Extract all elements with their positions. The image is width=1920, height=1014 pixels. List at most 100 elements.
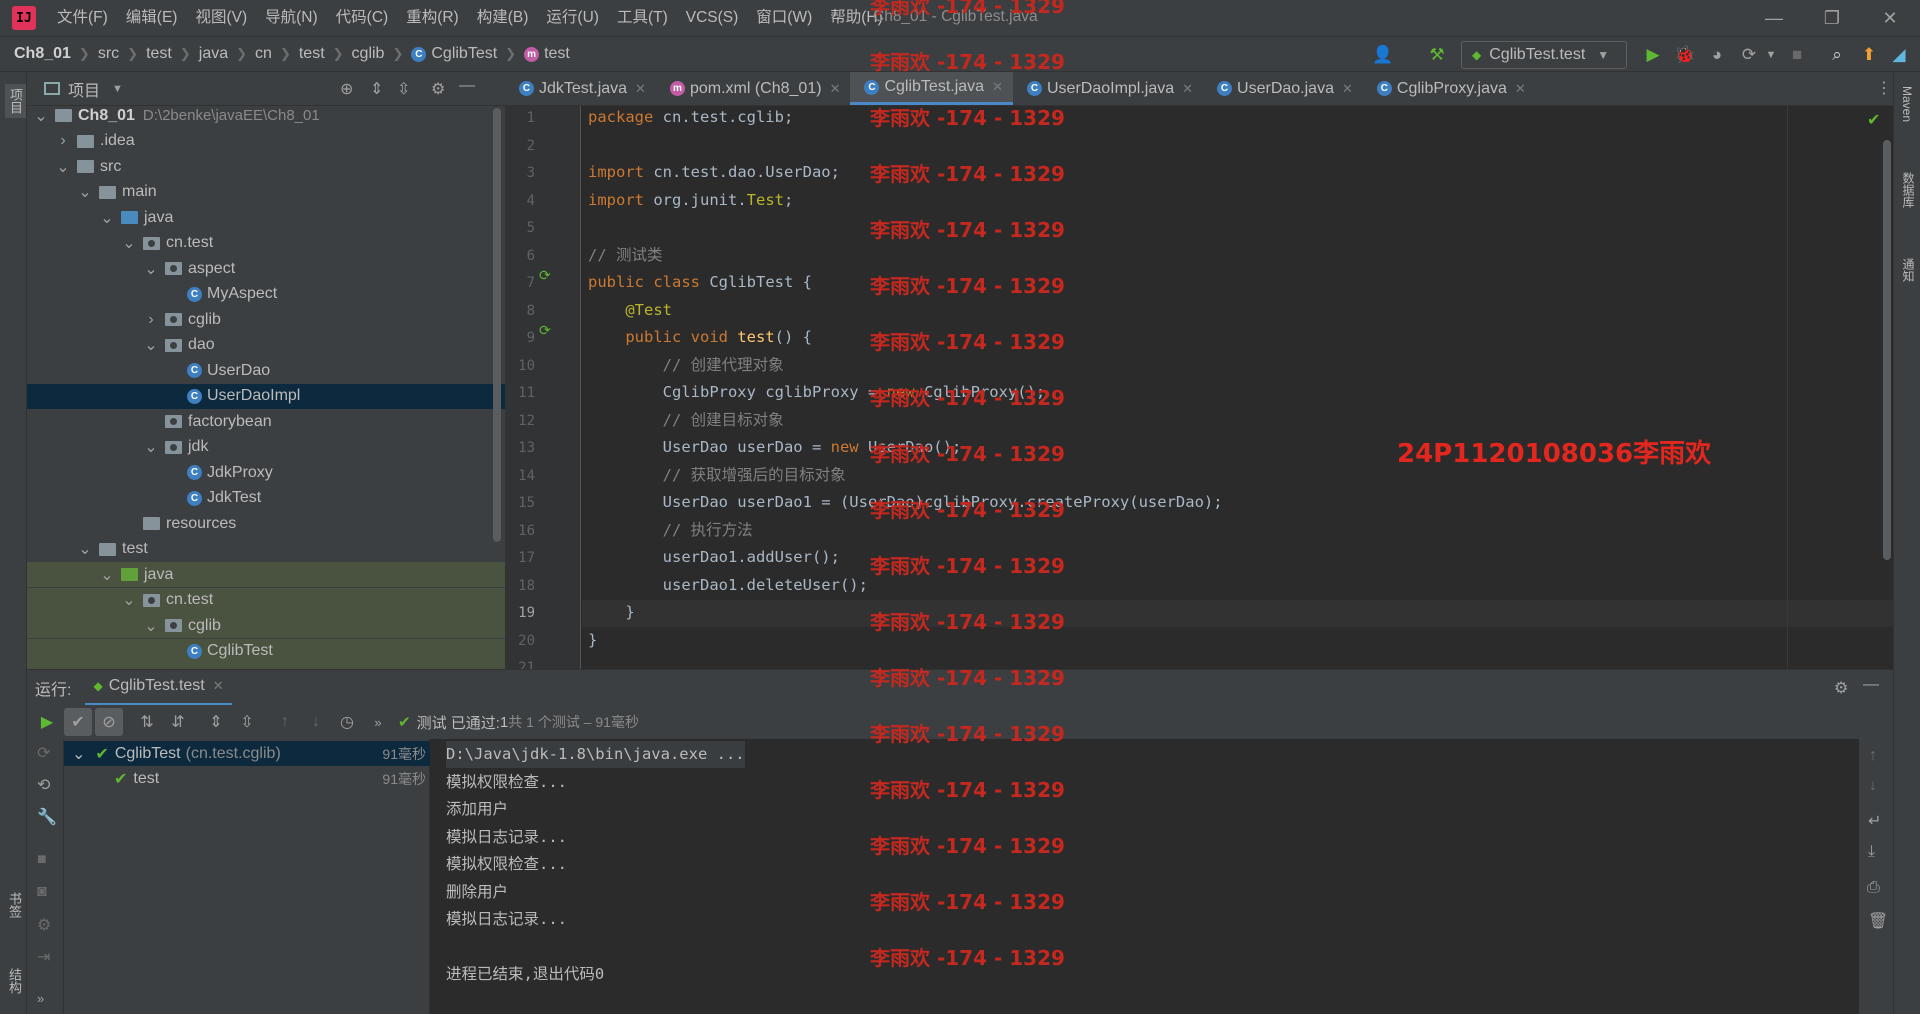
print-icon[interactable]: ⎙ (1867, 879, 1880, 897)
close-tab-icon[interactable]: ✕ (992, 79, 1003, 95)
bookmarks-tool-button[interactable]: 书签 (5, 892, 24, 918)
tree-item[interactable]: ⌄ main (27, 180, 505, 205)
locate-icon[interactable]: ⊕ (340, 79, 353, 99)
plugin-icon[interactable]: ◢ (1888, 44, 1910, 66)
search-icon[interactable]: ⌕ (1826, 44, 1848, 66)
tree-item[interactable]: factorybean (27, 409, 505, 434)
stop-icon[interactable]: ■ (1786, 44, 1808, 66)
more-icon[interactable]: » (37, 991, 44, 1006)
tree-item[interactable]: C JdkProxy (27, 460, 505, 485)
run-class-gutter-icon[interactable]: ⟳ (539, 267, 551, 284)
scroll-to-end-icon[interactable]: ⤓ (1868, 843, 1875, 861)
menu-item[interactable]: 导航(N) (256, 0, 327, 36)
sort-duration-icon[interactable]: ⇵ (164, 708, 192, 736)
collapse-all-icon[interactable]: ⇳ (397, 79, 410, 99)
editor-tab[interactable]: C UserDao.java ✕ (1203, 72, 1363, 105)
chevron-down-icon[interactable]: ⌄ (143, 335, 159, 355)
chevron-right-icon[interactable]: › (143, 311, 159, 329)
tree-item[interactable]: C UserDao (27, 358, 505, 383)
chevron-down-icon[interactable]: ⌄ (55, 157, 71, 177)
scroll-up-icon[interactable]: ↑ (1869, 747, 1877, 765)
run-tab[interactable]: ◆ CglibTest.test ✕ (85, 670, 232, 706)
editor-scrollbar[interactable] (1883, 140, 1891, 560)
chevron-down-icon[interactable]: ⌄ (121, 233, 137, 253)
maven-tool-button[interactable]: Maven (1900, 86, 1914, 122)
tree-item[interactable]: ⌄ cn.test (27, 231, 505, 256)
debug-icon[interactable]: 🐞 (1674, 44, 1696, 66)
show-passed-icon[interactable]: ✔ (64, 708, 92, 736)
breadcrumb-item[interactable]: test (299, 45, 325, 63)
chevron-down-icon[interactable]: ⌄ (143, 259, 159, 279)
chevron-down-icon[interactable]: ⌄ (77, 539, 93, 559)
chevron-down-icon[interactable]: ⌄ (99, 208, 115, 228)
intellij-logo-icon[interactable]: IJ (12, 6, 36, 30)
menu-item[interactable]: 编辑(E) (117, 0, 187, 36)
menu-item[interactable]: 运行(U) (537, 0, 608, 36)
chevron-down-icon[interactable]: ⌄ (33, 106, 49, 126)
menu-item[interactable]: 工具(T) (608, 0, 677, 36)
close-tab-icon[interactable]: ✕ (1515, 81, 1526, 97)
user-icon[interactable]: 👤 (1372, 44, 1394, 66)
menu-item[interactable]: 重构(R) (397, 0, 468, 36)
sort-alpha-icon[interactable]: ⇅ (133, 708, 161, 736)
editor-tab[interactable]: C JdkTest.java ✕ (505, 72, 656, 105)
breadcrumb-item[interactable]: C CglibTest (411, 45, 497, 63)
hide-panel-icon[interactable]: — (459, 77, 475, 95)
history-icon[interactable]: ◷ (333, 708, 361, 736)
editor-tab[interactable]: C CglibProxy.java ✕ (1363, 72, 1536, 105)
tree-item[interactable]: ⌄ src (27, 154, 505, 179)
menu-item[interactable]: 文件(F) (48, 0, 117, 36)
test-result-row[interactable]: ⌄ ✔ CglibTest (cn.test.cglib) 91毫秒 (64, 741, 430, 766)
tree-item[interactable]: ⌄ aspect (27, 256, 505, 281)
tree-item[interactable]: ⌄ cglib (27, 613, 505, 638)
chevron-down-icon[interactable]: ▼ (112, 83, 123, 95)
test-result-row[interactable]: ✔ test 91毫秒 (64, 766, 430, 791)
tree-item[interactable]: ⌄ dao (27, 333, 505, 358)
minimize-icon[interactable]: — (1745, 0, 1803, 36)
breadcrumb-item[interactable]: test (146, 45, 172, 63)
show-ignored-icon[interactable]: ⊘ (95, 708, 123, 736)
breadcrumb-item[interactable]: cn (255, 45, 272, 63)
trash-icon[interactable]: 🗑 (1868, 911, 1888, 931)
database-tool-button[interactable]: 数据库 (1900, 172, 1917, 208)
chevron-down-icon[interactable]: ⌄ (72, 744, 85, 764)
expand-all-icon[interactable]: ⇕ (370, 79, 383, 99)
tree-item[interactable]: ⌄ test (27, 537, 505, 562)
tree-item[interactable]: C MyAspect (27, 282, 505, 307)
wrench-icon[interactable]: 🔧 (37, 807, 57, 827)
run-icon[interactable]: ▶ (1642, 44, 1664, 66)
console-output[interactable]: D:\Java\jdk-1.8\bin\java.exe ... 模拟权限检查..… (431, 739, 1859, 1014)
close-tab-icon[interactable]: ✕ (1182, 81, 1193, 97)
tree-item[interactable]: ⌄ cn.test (27, 587, 505, 613)
more-run-options-icon[interactable]: ▼ (1760, 44, 1782, 66)
no-problems-check-icon[interactable]: ✔ (1867, 110, 1880, 130)
profile-icon[interactable]: ⟳ (1738, 44, 1760, 66)
menu-item[interactable]: 窗口(W) (747, 0, 821, 36)
run-test-gutter-icon[interactable]: ⟳ (539, 322, 551, 339)
tree-item[interactable]: › .idea (27, 129, 505, 154)
tree-item[interactable]: C CglibTest (27, 638, 505, 664)
chevron-down-icon[interactable]: ⌄ (121, 590, 137, 610)
close-tab-icon[interactable]: ✕ (1342, 81, 1353, 97)
tree-item[interactable]: C UserDaoImpl (27, 383, 505, 409)
run-configuration-dropdown[interactable]: ◆ CglibTest.test ▼ (1461, 41, 1627, 69)
editor-tab[interactable]: C CglibTest.java ✕ (850, 72, 1013, 105)
more-actions-icon[interactable]: » (364, 708, 392, 736)
menu-item[interactable]: VCS(S) (677, 0, 748, 36)
restore-icon[interactable]: ❐ (1803, 0, 1861, 36)
rerun-failed-icon[interactable]: ⟳ (37, 743, 50, 763)
tree-item[interactable]: ⌄ jdk (27, 435, 505, 460)
chevron-down-icon[interactable]: ⌄ (143, 616, 159, 636)
tree-item[interactable]: resources (27, 511, 505, 536)
breadcrumb-item[interactable]: src (98, 45, 119, 63)
build-hammer-icon[interactable]: ⚒ (1426, 44, 1448, 66)
camera-icon[interactable]: ◙ (37, 883, 47, 901)
gear-icon[interactable]: ⚙ (431, 79, 445, 99)
breadcrumb-item[interactable]: java (199, 45, 228, 63)
code-editor[interactable]: ✔ package cn.test.cglib; import cn.test.d… (582, 106, 1893, 669)
more-tabs-icon[interactable]: ⋮ (1876, 78, 1892, 98)
chevron-down-icon[interactable]: ⌄ (99, 565, 115, 585)
tree-item[interactable]: ⌄ java (27, 562, 505, 587)
structure-tool-button[interactable]: 结构 (5, 968, 24, 994)
chevron-down-icon[interactable]: ⌄ (143, 437, 159, 457)
